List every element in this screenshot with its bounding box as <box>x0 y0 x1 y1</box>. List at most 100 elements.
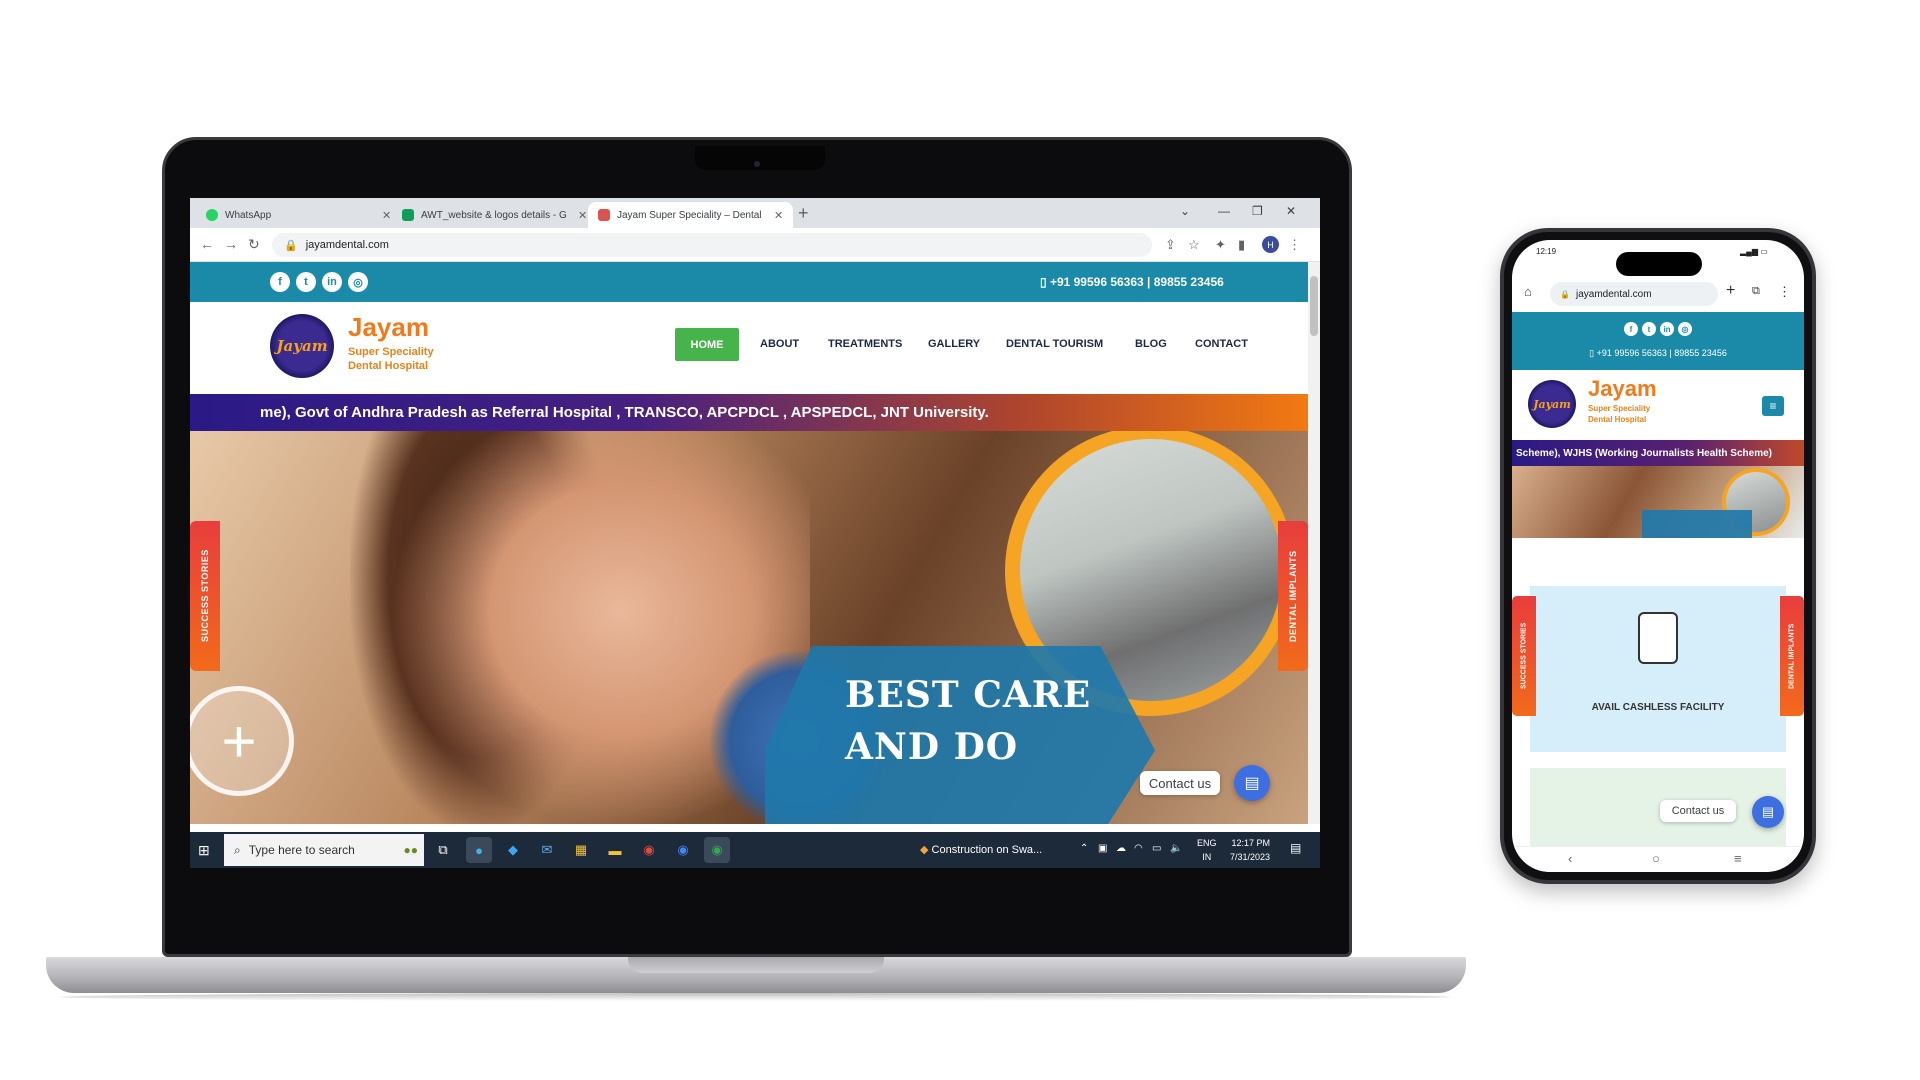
nav-treatments[interactable]: TREATMENTS <box>828 338 902 350</box>
home-icon[interactable]: ⌂ <box>1524 284 1532 299</box>
mockup-stage: WhatsApp ✕ AWT_website & logos details -… <box>0 0 1920 1080</box>
notification-center-icon[interactable]: ▤ <box>1290 841 1301 855</box>
linkedin-icon[interactable]: in <box>1660 322 1674 336</box>
new-tab-button[interactable]: + <box>798 203 809 224</box>
new-tab-icon[interactable]: + <box>1726 282 1735 300</box>
dental-implants-tab[interactable]: DENTAL IMPLANTS <box>1780 596 1804 716</box>
battery-icon[interactable]: ▭ <box>1152 843 1161 854</box>
twitter-icon[interactable]: t <box>296 272 316 292</box>
reload-icon[interactable]: ↻ <box>248 236 260 253</box>
laptop-notch <box>695 146 825 170</box>
mobile-hero-image <box>1512 466 1804 538</box>
nav-home[interactable]: HOME <box>675 328 739 361</box>
instagram-icon[interactable]: ◎ <box>348 272 368 292</box>
cashless-card[interactable]: AVAIL CASHLESS FACILITY <box>1530 586 1786 752</box>
card-title: AVAIL CASHLESS FACILITY <box>1591 702 1725 713</box>
tray-app-icon[interactable]: ▣ <box>1098 843 1107 854</box>
scroll-thumb[interactable] <box>1310 276 1318 336</box>
forward-icon[interactable]: → <box>224 236 238 252</box>
url-text: jayamdental.com <box>305 239 389 251</box>
file-explorer-icon[interactable]: ▬ <box>602 837 628 863</box>
mobile-phone-numbers[interactable]: ▯ +91 99596 56363 | 89855 23456 <box>1512 348 1804 359</box>
wifi-icon[interactable]: ◠ <box>1134 843 1143 854</box>
restore-icon[interactable]: ❐ <box>1252 204 1263 218</box>
extensions-icon[interactable]: ✦ <box>1215 237 1226 253</box>
nav-blog[interactable]: BLOG <box>1135 338 1167 350</box>
minimize-icon[interactable]: — <box>1218 204 1230 218</box>
tab-title: AWT_website & logos details - G <box>421 209 567 221</box>
dynamic-island <box>1616 252 1702 276</box>
laptop-shadow <box>60 993 1450 1001</box>
contact-us-button[interactable]: Contact us <box>1660 800 1736 822</box>
recents-icon[interactable]: ≡ <box>1734 851 1742 866</box>
mobile-url-field[interactable]: 🔒 jayamdental.com <box>1550 282 1718 306</box>
success-stories-tab[interactable]: SUCCESS STORIES <box>190 521 220 671</box>
language-indicator[interactable]: ENG IN <box>1197 836 1217 864</box>
hamburger-menu-icon[interactable]: ≡ <box>1762 396 1784 416</box>
twitter-icon[interactable]: t <box>1642 322 1656 336</box>
mail-icon[interactable]: ✉ <box>534 837 560 863</box>
browser-tab-whatsapp[interactable]: WhatsApp ✕ <box>196 202 401 228</box>
chat-icon[interactable]: ▤ <box>1234 765 1270 801</box>
browser-tab-jayam[interactable]: Jayam Super Speciality – Dental ✕ <box>588 202 794 228</box>
sidepanel-icon[interactable]: ▮ <box>1238 237 1245 253</box>
dental-implants-tab[interactable]: DENTAL IMPLANTS <box>1278 521 1308 671</box>
taskbar-clock[interactable]: 12:17 PM 7/31/2023 <box>1230 836 1270 864</box>
close-icon[interactable]: ✕ <box>578 209 587 222</box>
share-icon[interactable]: ⇪ <box>1165 237 1176 253</box>
facebook-icon[interactable]: f <box>1624 322 1638 336</box>
nav-about[interactable]: ABOUT <box>760 338 799 350</box>
close-icon[interactable]: ✕ <box>382 209 391 222</box>
store-icon[interactable]: ▦ <box>568 837 594 863</box>
close-icon[interactable]: ✕ <box>774 209 783 222</box>
chrome-icon[interactable]: ◉ <box>636 837 662 863</box>
facebook-icon[interactable]: f <box>270 272 290 292</box>
close-window-icon[interactable]: ✕ <box>1286 204 1296 218</box>
profile-avatar[interactable]: H <box>1262 236 1279 253</box>
page-scrollbar[interactable] <box>1308 262 1320 824</box>
browser-tab-sheets[interactable]: AWT_website & logos details - G ✕ <box>392 202 597 228</box>
taskbar-search[interactable]: ⌕ Type here to search ●● <box>224 834 424 866</box>
lock-icon: 🔒 <box>284 239 298 252</box>
windows-start-icon[interactable]: ⊞ <box>198 842 210 859</box>
nav-gallery[interactable]: GALLERY <box>928 338 980 350</box>
more-menu-icon[interactable]: ⋮ <box>1778 284 1791 300</box>
volume-icon[interactable]: 🔈 <box>1170 843 1182 854</box>
laptop-groove <box>628 957 884 973</box>
taskbar-notification[interactable]: ◆ Construction on Swa... <box>920 843 1042 856</box>
task-view-icon[interactable]: ⧉ <box>430 837 456 863</box>
hero-slider: BEST CARE AND DO + SUCCESS STORIES DENTA… <box>190 431 1308 824</box>
address-bar[interactable]: 🔒 jayamdental.com <box>272 233 1152 257</box>
tab-switcher-icon[interactable]: ⧉ <box>1752 285 1760 298</box>
cloud-icon[interactable]: ☁ <box>1116 843 1126 854</box>
back-icon[interactable]: ‹ <box>1568 851 1572 866</box>
chat-icon[interactable]: ▤ <box>1752 796 1784 828</box>
vscode-icon[interactable]: ◆ <box>500 837 526 863</box>
mobile-url-text: jayamdental.com <box>1575 288 1652 300</box>
tab-search-icon[interactable]: ⌄ <box>1180 204 1190 218</box>
logo-emblem[interactable]: Jayam <box>270 314 334 378</box>
chrome-icon[interactable]: ◉ <box>704 837 730 863</box>
instagram-icon[interactable]: ◎ <box>1678 322 1692 336</box>
logo-emblem[interactable]: Jayam <box>1528 380 1576 428</box>
logo-name[interactable]: Jayam <box>348 312 429 343</box>
tab-title: Jayam Super Speciality – Dental <box>617 209 762 221</box>
edge-icon[interactable]: ● <box>466 837 492 863</box>
success-stories-tab[interactable]: SUCCESS STORIES <box>1512 596 1536 716</box>
bookmark-star-icon[interactable]: ☆ <box>1188 237 1200 253</box>
next-card <box>1530 768 1786 846</box>
header-phone[interactable]: ▯ +91 99596 56363 | 89855 23456 <box>1040 275 1224 289</box>
more-menu-icon[interactable]: ⋮ <box>1288 237 1301 253</box>
home-circle-icon[interactable]: ○ <box>1652 851 1660 866</box>
nav-contact[interactable]: CONTACT <box>1195 338 1248 350</box>
ticker-text: me), Govt of Andhra Pradesh as Referral … <box>260 404 989 421</box>
whatsapp-icon <box>206 209 218 221</box>
contact-us-button[interactable]: Contact us <box>1140 771 1220 795</box>
news-ticker: me), Govt of Andhra Pradesh as Referral … <box>190 394 1308 431</box>
tray-chevron-icon[interactable]: ⌃ <box>1080 843 1088 854</box>
nav-dental-tourism[interactable]: DENTAL TOURISM <box>1006 338 1103 350</box>
logo-name[interactable]: Jayam <box>1588 376 1657 402</box>
back-icon[interactable]: ← <box>200 236 214 252</box>
linkedin-icon[interactable]: in <box>322 272 342 292</box>
chrome-icon[interactable]: ◉ <box>670 837 696 863</box>
